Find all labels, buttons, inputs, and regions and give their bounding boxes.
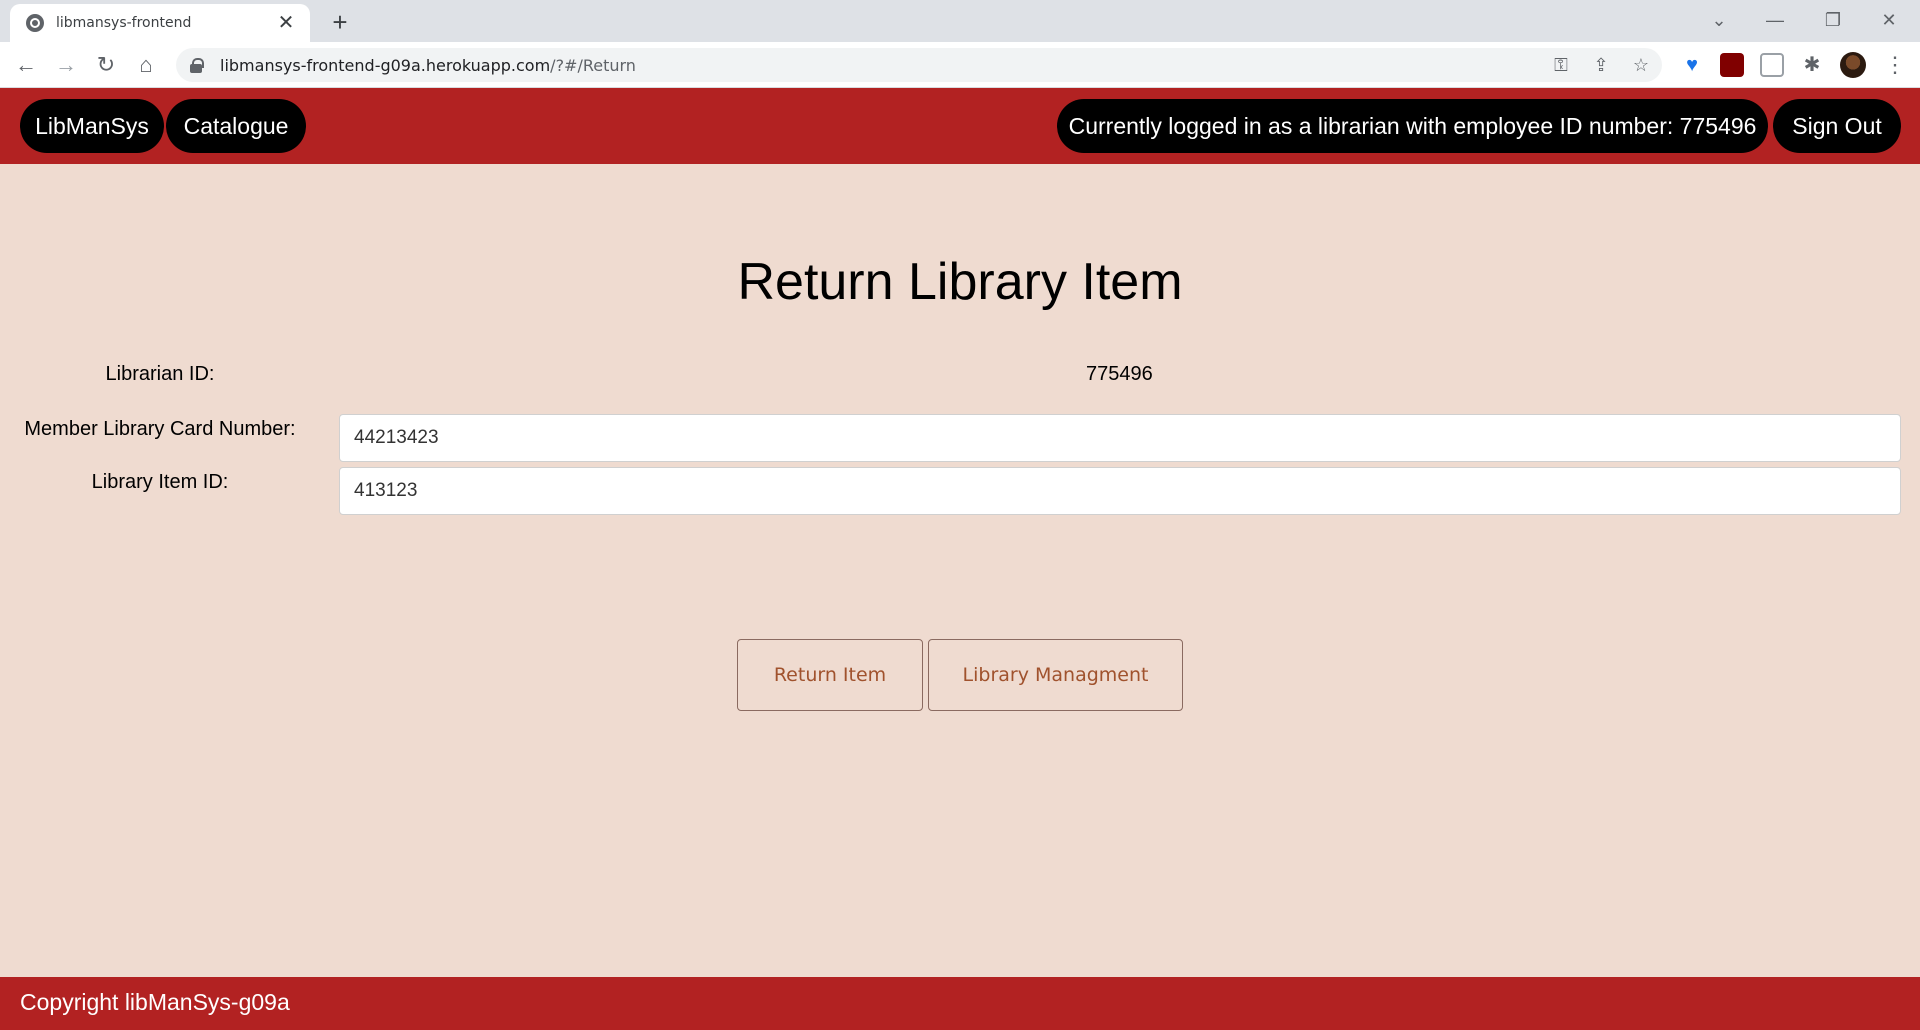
browser-tabstrip: libmansys-frontend ✕ + ⌄ — ❐ ✕: [0, 0, 1920, 42]
url-path: /?#/Return: [550, 55, 636, 75]
window-close-icon[interactable]: ✕: [1866, 6, 1912, 34]
close-icon[interactable]: ✕: [276, 13, 296, 33]
card-number-input[interactable]: [339, 414, 1901, 462]
cast-icon[interactable]: [1760, 53, 1784, 77]
menu-icon[interactable]: ⋮: [1884, 51, 1906, 79]
ublock-icon[interactable]: [1720, 53, 1744, 77]
librarian-id-label: Librarian ID:: [105, 363, 215, 385]
main-content: Return Library Item Librarian ID: 775496…: [0, 164, 1920, 977]
new-tab-button[interactable]: +: [326, 8, 354, 36]
login-status: Currently logged in as a librarian with …: [1057, 99, 1768, 153]
avatar[interactable]: [1840, 52, 1866, 78]
item-id-input[interactable]: [339, 467, 1901, 515]
minimize-icon[interactable]: —: [1752, 6, 1798, 34]
footer: Copyright libManSys-g09a: [0, 977, 1920, 1030]
card-number-label: Member Library Card Number:: [24, 418, 296, 440]
tab-title: libmansys-frontend: [56, 15, 192, 31]
share-icon[interactable]: ⇪: [1586, 50, 1616, 80]
browser-toolbar: ← → ↻ ⌂ libmansys-frontend-g09a.herokuap…: [0, 42, 1920, 88]
item-id-label: Library Item ID:: [91, 471, 229, 493]
puzzle-icon[interactable]: ✱: [1800, 53, 1824, 77]
sign-out-button[interactable]: Sign Out: [1773, 99, 1901, 153]
library-management-button[interactable]: Library Managment: [928, 639, 1183, 711]
globe-icon: [26, 14, 44, 32]
browser-tab[interactable]: libmansys-frontend ✕: [10, 4, 310, 42]
page-title: Return Library Item: [737, 253, 1183, 311]
star-icon[interactable]: ☆: [1626, 50, 1656, 80]
catalogue-button[interactable]: Catalogue: [166, 99, 306, 153]
home-icon[interactable]: ⌂: [132, 51, 160, 79]
lock-icon: [190, 58, 204, 73]
brand-button[interactable]: LibManSys: [20, 99, 164, 153]
url-host: libmansys-frontend-g09a.herokuapp.com: [220, 55, 551, 75]
key-icon[interactable]: ⚿: [1546, 50, 1576, 80]
reload-icon[interactable]: ↻: [92, 51, 120, 79]
librarian-id-value: 775496: [1086, 363, 1153, 385]
forward-arrow-icon[interactable]: →: [52, 51, 80, 79]
copyright-text: Copyright libManSys-g09a: [20, 989, 290, 1015]
address-bar[interactable]: libmansys-frontend-g09a.herokuapp.com /?…: [176, 48, 1662, 82]
return-item-button[interactable]: Return Item: [737, 639, 923, 711]
extension-heart-icon[interactable]: ♥: [1680, 53, 1704, 77]
back-arrow-icon[interactable]: ←: [12, 51, 40, 79]
tab-search-icon[interactable]: ⌄: [1696, 6, 1742, 34]
app-header: LibManSys Catalogue Currently logged in …: [0, 88, 1920, 164]
restore-icon[interactable]: ❐: [1810, 6, 1856, 34]
